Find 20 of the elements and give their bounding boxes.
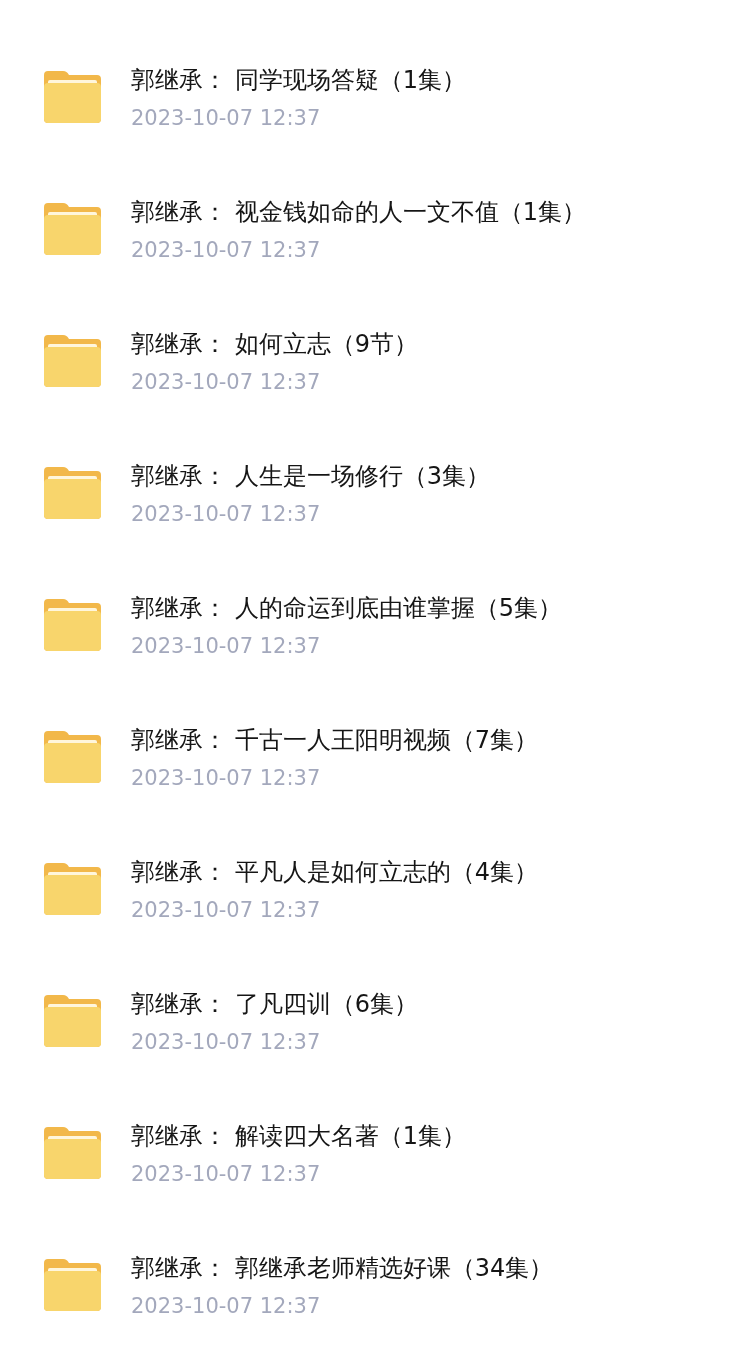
folder-name[interactable]: 郭继承： 视金钱如命的人一文不值（1集） bbox=[131, 197, 586, 227]
folder-name[interactable]: 郭继承： 平凡人是如何立志的（4集） bbox=[131, 857, 538, 887]
folder-name[interactable]: 郭继承： 郭继承老师精选好课（34集） bbox=[131, 1253, 554, 1283]
folder-date: 2023-10-07 12:37 bbox=[131, 1029, 322, 1055]
folder-name[interactable]: 郭继承： 千古一人王阳明视频（7集） bbox=[131, 725, 538, 755]
folder-date: 2023-10-07 12:37 bbox=[131, 369, 322, 395]
folder-name[interactable]: 郭继承： 同学现场答疑（1集） bbox=[131, 65, 466, 95]
folder-date: 2023-10-07 12:37 bbox=[131, 1161, 322, 1187]
folder-name[interactable]: 郭继承： 人生是一场修行（3集） bbox=[131, 461, 490, 491]
folder-date: 2023-10-07 12:37 bbox=[131, 897, 322, 923]
folder-date: 2023-10-07 12:37 bbox=[131, 237, 322, 263]
folder-name[interactable]: 郭继承： 如何立志（9节） bbox=[131, 329, 418, 359]
folder-name[interactable]: 郭继承： 解读四大名著（1集） bbox=[131, 1121, 466, 1151]
folder-name[interactable]: 郭继承： 了凡四训（6集） bbox=[131, 989, 418, 1019]
folder-name[interactable]: 郭继承： 人的命运到底由谁掌握（5集） bbox=[131, 593, 562, 623]
folder-date: 2023-10-07 12:37 bbox=[131, 1293, 322, 1319]
folder-date: 2023-10-07 12:37 bbox=[131, 105, 322, 131]
folder-date: 2023-10-07 12:37 bbox=[131, 501, 322, 527]
folder-date: 2023-10-07 12:37 bbox=[131, 765, 322, 791]
folder-date: 2023-10-07 12:37 bbox=[131, 633, 322, 659]
